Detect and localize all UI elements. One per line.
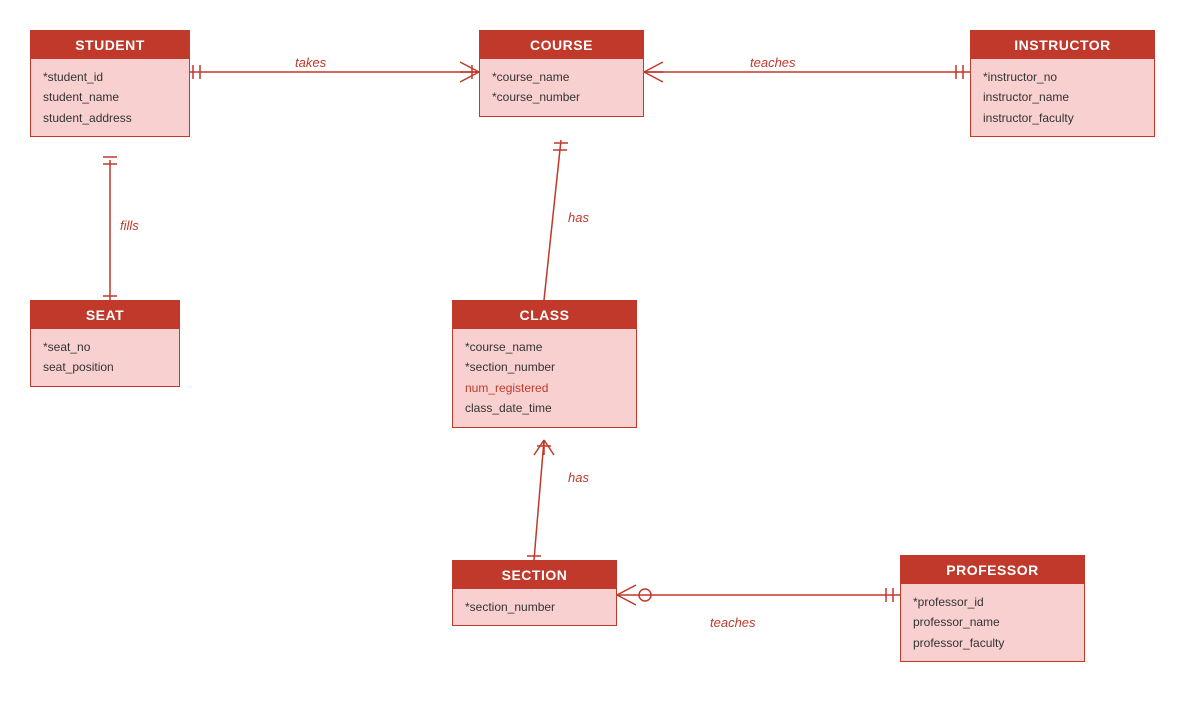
- entity-student-title: STUDENT: [75, 37, 145, 53]
- field-class-num-registered: num_registered: [465, 378, 624, 398]
- rel-has-class: has: [568, 210, 589, 225]
- entity-seat-header: SEAT: [31, 301, 179, 329]
- field-class-course-name: *course_name: [465, 337, 624, 357]
- entity-instructor-body: *instructor_no instructor_name instructo…: [971, 59, 1154, 136]
- entity-student-body: *student_id student_name student_address: [31, 59, 189, 136]
- entity-professor-header: PROFESSOR: [901, 556, 1084, 584]
- entity-seat-body: *seat_no seat_position: [31, 329, 179, 386]
- entity-section-body: *section_number: [453, 589, 616, 625]
- entity-section: SECTION *section_number: [452, 560, 617, 626]
- entity-instructor-header: INSTRUCTOR: [971, 31, 1154, 59]
- entity-section-header: SECTION: [453, 561, 616, 589]
- entity-course-body: *course_name *course_number: [480, 59, 643, 116]
- entity-section-title: SECTION: [502, 567, 568, 583]
- field-seat-no: *seat_no: [43, 337, 167, 357]
- entity-course: COURSE *course_name *course_number: [479, 30, 644, 117]
- field-professor-faculty: professor_faculty: [913, 633, 1072, 653]
- rel-has-section: has: [568, 470, 589, 485]
- field-student-name: student_name: [43, 87, 177, 107]
- field-course-name: *course_name: [492, 67, 631, 87]
- field-professor-id: *professor_id: [913, 592, 1072, 612]
- field-seat-position: seat_position: [43, 357, 167, 377]
- entity-instructor-title: INSTRUCTOR: [1014, 37, 1111, 53]
- entity-seat: SEAT *seat_no seat_position: [30, 300, 180, 387]
- rel-teaches-instructor: teaches: [750, 55, 796, 70]
- entity-seat-title: SEAT: [86, 307, 124, 323]
- entity-class: CLASS *course_name *section_number num_r…: [452, 300, 637, 428]
- diagram-container: STUDENT *student_id student_name student…: [0, 0, 1201, 724]
- field-instructor-no: *instructor_no: [983, 67, 1142, 87]
- field-class-section-number: *section_number: [465, 357, 624, 377]
- rel-takes: takes: [295, 55, 326, 70]
- entity-professor-body: *professor_id professor_name professor_f…: [901, 584, 1084, 661]
- field-student-id: *student_id: [43, 67, 177, 87]
- entity-professor-title: PROFESSOR: [946, 562, 1038, 578]
- entity-student: STUDENT *student_id student_name student…: [30, 30, 190, 137]
- entity-student-header: STUDENT: [31, 31, 189, 59]
- field-student-address: student_address: [43, 108, 177, 128]
- entity-class-header: CLASS: [453, 301, 636, 329]
- entity-professor: PROFESSOR *professor_id professor_name p…: [900, 555, 1085, 662]
- field-professor-name: professor_name: [913, 612, 1072, 632]
- rel-teaches-professor: teaches: [710, 615, 756, 630]
- rel-fills: fills: [120, 218, 139, 233]
- field-section-number: *section_number: [465, 597, 604, 617]
- field-course-number: *course_number: [492, 87, 631, 107]
- entity-class-body: *course_name *section_number num_registe…: [453, 329, 636, 427]
- field-instructor-faculty: instructor_faculty: [983, 108, 1142, 128]
- entity-course-title: COURSE: [530, 37, 593, 53]
- field-instructor-name: instructor_name: [983, 87, 1142, 107]
- entity-class-title: CLASS: [520, 307, 570, 323]
- entity-course-header: COURSE: [480, 31, 643, 59]
- entity-instructor: INSTRUCTOR *instructor_no instructor_nam…: [970, 30, 1155, 137]
- field-class-date-time: class_date_time: [465, 398, 624, 418]
